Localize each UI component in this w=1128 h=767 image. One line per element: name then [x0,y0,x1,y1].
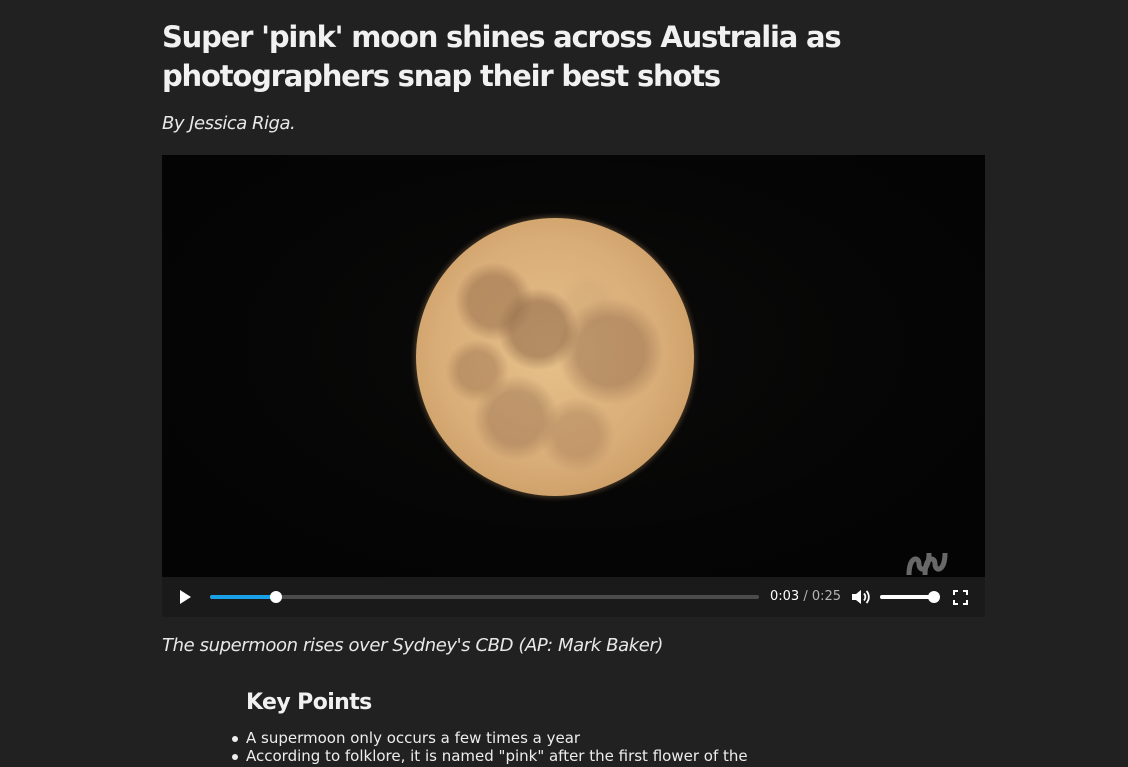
list-item: According to folklore, it is named "pink… [232,747,886,765]
time-display: 0:03 / 0:25 [770,589,841,604]
moon-image [416,218,694,496]
key-points-title: Key Points [246,690,372,715]
time-separator: / [803,589,808,604]
byline: By Jessica Riga. [162,113,296,134]
play-icon[interactable] [176,588,194,606]
seek-progress [210,595,276,599]
volume-icon[interactable] [851,588,871,606]
image-caption: The supermoon rises over Sydney's CBD (A… [162,635,664,656]
key-points: Key Points A supermoon only occurs a few… [232,690,886,765]
duration: 0:25 [811,589,842,604]
volume-slider[interactable] [880,591,940,603]
abc-logo-icon [906,552,948,576]
volume-level [880,595,934,599]
headline: Super 'pink' moon shines across Australi… [162,20,842,93]
fullscreen-icon[interactable] [953,590,968,605]
video-controls: 0:03 / 0:25 [162,577,985,617]
volume-handle[interactable] [928,591,940,603]
seek-handle[interactable] [269,591,282,603]
list-item: A supermoon only occurs a few times a ye… [232,729,886,747]
video-frame[interactable] [162,155,985,577]
video-player[interactable]: 0:03 / 0:25 [162,155,985,617]
key-points-list: A supermoon only occurs a few times a ye… [232,729,886,765]
current-time: 0:03 [770,589,800,604]
seek-bar[interactable] [210,591,759,603]
